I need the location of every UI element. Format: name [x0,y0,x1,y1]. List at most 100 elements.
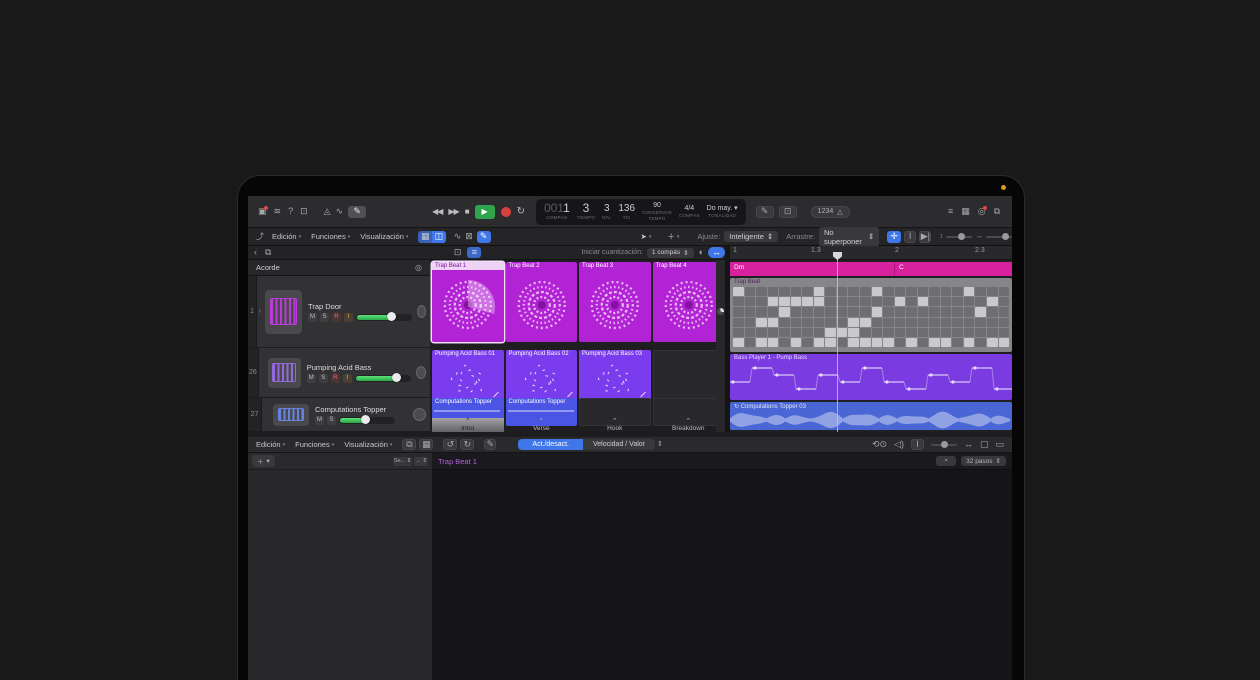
midi-capture-icon[interactable]: ⟲⊙ [872,440,887,449]
text-tool-icon[interactable]: I [911,439,924,450]
panel-icon[interactable]: ⊡ [454,248,462,257]
tracks-view-icon[interactable]: ◫ [432,231,446,243]
half-circle-icon[interactable]: ◐ [699,248,704,257]
window-b-icon[interactable]: ▭ [995,440,1004,449]
solo-button[interactable]: S [320,313,329,322]
stop-button[interactable]: ■ [465,207,469,216]
automation-icon[interactable]: ∿ [454,232,462,241]
volume-slider[interactable] [356,314,412,321]
undo-icon[interactable]: ↺ [443,439,457,450]
menu-visualizacion[interactable]: Visualización▾ [360,232,408,241]
quantize-dropdown[interactable]: 1 compás⇕ [647,248,694,258]
solo-button[interactable]: S [319,374,328,383]
pan-knob[interactable] [416,366,426,379]
flex-icon[interactable]: ∿ [336,206,344,218]
horizontal-zoom-slider[interactable]: ↔ [976,233,1012,240]
sound-selector[interactable]: Se... ⇕ [393,457,412,466]
loop-cell[interactable]: Pumping Acid Bass 01 [432,350,504,404]
mixer-icon[interactable]: ▦ [961,207,970,216]
cell-zoom-slider[interactable] [931,444,957,446]
track-header[interactable]: 26Pumping Acid BassMSRI [248,348,430,398]
se-menu-funciones[interactable]: Funciones▾ [295,440,334,449]
loop-cell[interactable]: Trap Beat 3 [579,262,651,342]
volume-slider[interactable] [355,375,411,382]
scene-trigger[interactable]: ⌃Breakdown [653,418,725,432]
tuner-icon[interactable]: ◬ [324,206,331,218]
pointer-tool[interactable]: ➤▾ [641,232,652,241]
mode-stepper-icon[interactable]: ⇕ [657,441,663,448]
region-pump-bass[interactable]: Bass Player 1 - Pump Bass [730,354,1012,400]
magnifier-icon[interactable]: ⌕ [936,456,956,466]
loop-browser-icon[interactable]: ◎ [978,207,986,216]
tool-blue-icon[interactable]: ✎ [477,231,491,243]
vertical-zoom-slider[interactable]: ↕ [939,233,972,240]
input-monitor-button[interactable]: I [343,374,352,383]
loop-cell[interactable]: Trap Beat 4 [653,262,725,342]
record-enable-button[interactable]: R [331,374,340,383]
hzoom-icon[interactable]: ↔ [964,440,973,449]
scene-trigger[interactable]: ⌃Verse [506,418,578,432]
record-button[interactable] [501,207,511,217]
gear-icon[interactable]: ◎ [415,264,422,272]
list-editors-icon[interactable]: ≡ [948,207,953,216]
step-input-icon[interactable]: ▶| [919,231,931,243]
chord-region[interactable]: Dm [730,262,895,276]
mode-onoff[interactable]: Act./desact. [518,439,583,450]
menu-edicion[interactable]: Edición▾ [272,232,301,241]
arrow-selector[interactable]: → ⇕ [414,457,428,466]
pan-knob[interactable] [413,408,426,421]
cross-icon[interactable]: ⊠ [465,232,473,241]
count-in-badge[interactable]: 1234 △ [811,206,850,218]
arrastre-dropdown[interactable]: No superponer⇕ [819,227,879,247]
grid-settings-icon[interactable]: ≡ [467,247,481,258]
volume-slider[interactable] [339,417,395,424]
forward-button[interactable]: ▶▶ [448,207,458,216]
text-tool-icon[interactable]: I [904,231,916,243]
region-trap-beat[interactable]: Trap Beat [730,278,1012,352]
se-menu-visualizacion[interactable]: Visualización▾ [344,440,392,449]
pencil-tool-icon[interactable]: ✎ [756,206,774,218]
speaker-icon[interactable]: ◁) [894,440,904,449]
midi-in-icon[interactable]: ⊡ [779,206,797,218]
display-icon[interactable]: ⊡ [300,207,308,216]
media-browser-icon[interactable]: ⧉ [994,207,1000,216]
catch-playhead-icon[interactable]: ✛ [887,231,901,243]
divider-toggle-icon[interactable]: ↔ [708,247,725,258]
disclosure-icon[interactable]: › [257,308,262,315]
mute-button[interactable]: M [308,313,317,322]
add-row-button[interactable]: ＋▾ [252,455,275,467]
loop-cell[interactable]: Pumping Acid Bass 02 [506,350,578,404]
play-button[interactable]: ▶ [475,205,495,219]
pattern-browser-icon[interactable]: ⧉ [402,439,416,450]
chord-region[interactable]: C [895,262,1012,276]
window-a-icon[interactable]: ▢ [980,440,989,449]
library-icon[interactable]: ≋ [274,207,282,216]
mute-button[interactable]: M [307,374,316,383]
copy-icon[interactable]: ⧉ [265,248,271,257]
redo-icon[interactable]: ↻ [460,439,474,450]
loop-cell[interactable]: Pumping Acid Bass 03 [579,350,651,404]
loop-cell[interactable]: Trap Beat 1 [432,262,504,342]
rewind-button[interactable]: ◀◀ [432,207,442,216]
menu-funciones[interactable]: Funciones▾ [311,232,350,241]
link-icon[interactable]: ⤴ [256,233,264,241]
mute-button[interactable]: M [315,416,324,425]
input-monitor-button[interactable]: I [344,313,353,322]
pencil-mode-icon[interactable]: ✎ [484,439,496,450]
track-header[interactable]: 1›Trap DoorMSRI [248,276,430,348]
quick-help-icon[interactable]: ? [288,207,293,216]
mode-velocity[interactable]: Velocidad / Valor [583,439,655,450]
grid-view-icon[interactable]: ▦ [418,231,432,243]
lcd-display[interactable]: 0011COMPÁS 3TIEMPO 3DIV. 136TIC 90CONSER… [536,199,746,225]
steps-count-dropdown[interactable]: 32 pasos⇕ [961,456,1006,466]
scene-trigger[interactable]: ⌃Hook [579,418,651,432]
kit-icon[interactable]: ▦ [419,439,433,450]
record-enable-button[interactable]: R [332,313,341,322]
project-icon[interactable]: ▣ [258,207,267,216]
scene-trigger[interactable]: ⌃Intro [432,418,504,432]
timeline-ruler[interactable]: 1 1.3 2 2.3 [730,246,1012,260]
pan-knob[interactable] [417,305,426,318]
back-icon[interactable]: ‹ [254,248,257,257]
loop-cell[interactable]: Trap Beat 2 [506,262,578,342]
edit-mode-switch[interactable]: Act./desact. Velocidad / Valor [518,439,655,450]
